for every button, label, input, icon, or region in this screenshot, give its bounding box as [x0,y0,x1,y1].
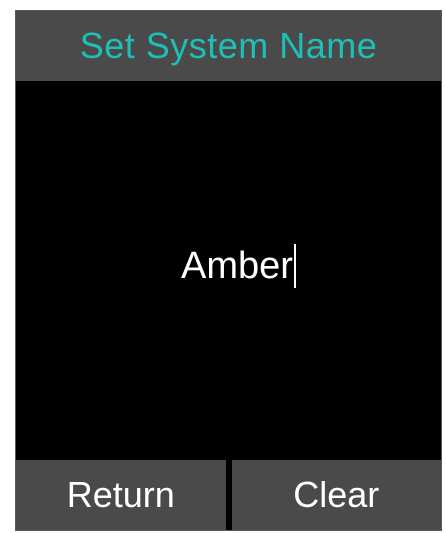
text-cursor [293,244,296,288]
softkey-bar: Return Clear [16,460,441,530]
return-button-label: Return [66,474,175,515]
title-bar: Set System Name [16,11,441,81]
page-title: Set System Name [79,25,378,66]
clear-button-label: Clear [293,474,380,515]
device-screen: Set System Name Amber Return Clear [15,10,442,531]
system-name-value: Amber [181,245,293,287]
system-name-field[interactable]: Amber [161,244,296,288]
clear-button[interactable]: Clear [231,460,441,530]
name-entry-area: Amber [16,81,441,461]
return-button[interactable]: Return [16,460,226,530]
